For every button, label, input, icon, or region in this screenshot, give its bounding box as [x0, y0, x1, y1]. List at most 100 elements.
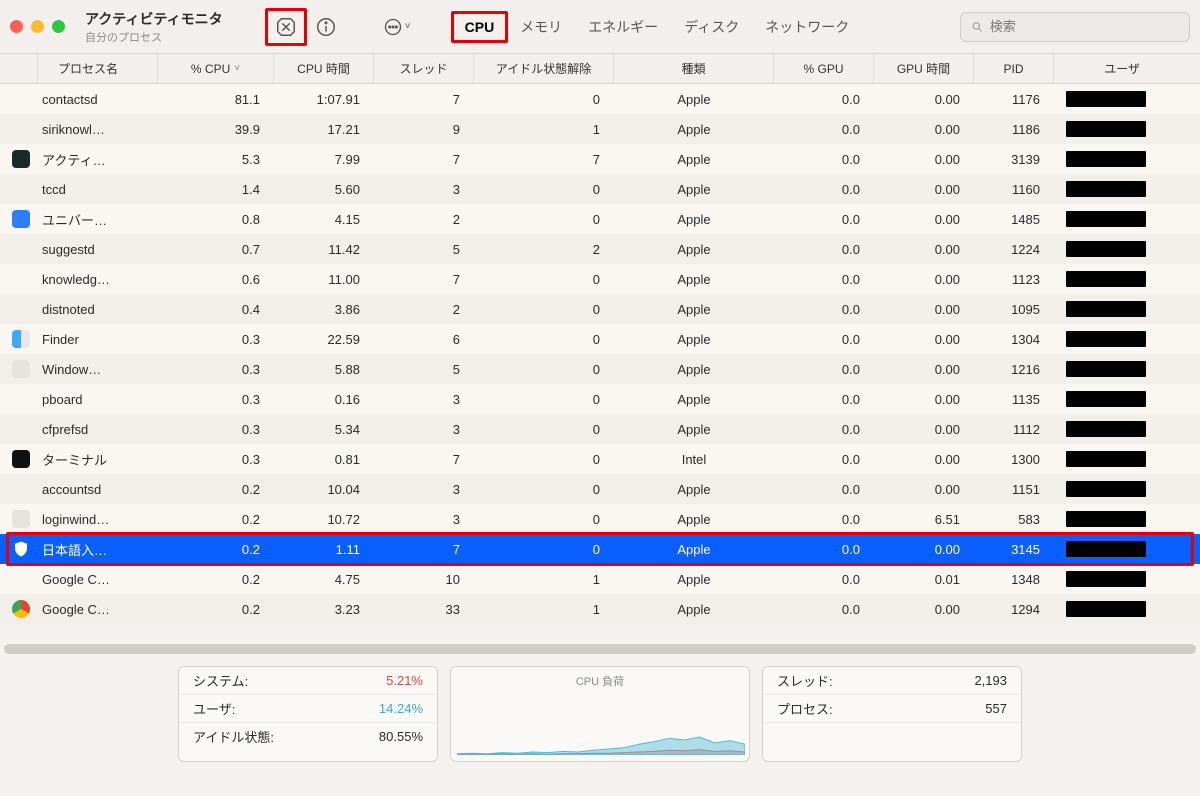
tab-network[interactable]: ネットワーク: [755, 13, 859, 41]
gpu-time: 0.00: [874, 594, 974, 624]
table-row[interactable]: 日本語入…0.21.1170Apple0.00.003145: [0, 534, 1200, 564]
tab-cpu[interactable]: CPU: [455, 15, 505, 39]
idle-value: 80.55%: [334, 723, 437, 751]
threads: 7: [374, 444, 474, 474]
table-row[interactable]: pboard0.30.1630Apple0.00.001135: [0, 384, 1200, 414]
zoom-window-button[interactable]: [52, 20, 65, 33]
gpu-percent: 0.0: [774, 444, 874, 474]
table-row[interactable]: knowledg…0.611.0070Apple0.00.001123: [0, 264, 1200, 294]
idle-wakeups: 1: [474, 594, 614, 624]
process-icon: [4, 324, 38, 354]
user: [1054, 324, 1190, 354]
col-cpu-percent[interactable]: % CPU ˅: [158, 54, 274, 83]
options-menu-button[interactable]: ˅: [375, 12, 419, 42]
col-user[interactable]: ユーザ: [1054, 54, 1190, 83]
cpu-percent: 5.3: [158, 144, 274, 174]
table-row[interactable]: アクティ…5.37.9977Apple0.00.003139: [0, 144, 1200, 174]
process-icon: [4, 564, 38, 594]
tab-disk[interactable]: ディスク: [674, 13, 749, 41]
col-gpu-percent[interactable]: % GPU: [774, 54, 874, 83]
col-kind[interactable]: 種類: [614, 54, 774, 83]
user: [1054, 264, 1190, 294]
window-subtitle: 自分のプロセス: [85, 29, 223, 45]
kind: Apple: [614, 114, 774, 144]
table-row[interactable]: Google C…0.24.75101Apple0.00.011348: [0, 564, 1200, 594]
table-row[interactable]: accountsd0.210.0430Apple0.00.001151: [0, 474, 1200, 504]
idle-wakeups: 1: [474, 114, 614, 144]
table-row[interactable]: suggestd0.711.4252Apple0.00.001224: [0, 234, 1200, 264]
table-row[interactable]: ユニバー…0.84.1520Apple0.00.001485: [0, 204, 1200, 234]
summary-right-panel: スレッド: 2,193 プロセス: 557: [762, 666, 1022, 762]
search-field[interactable]: [960, 12, 1190, 42]
table-row[interactable]: Window…0.35.8850Apple0.00.001216: [0, 354, 1200, 384]
cpu-percent: 0.2: [158, 564, 274, 594]
pid: 1216: [974, 354, 1054, 384]
pid: 1151: [974, 474, 1054, 504]
process-icon: [4, 294, 38, 324]
col-process-name[interactable]: プロセス名: [38, 54, 158, 83]
col-icon[interactable]: [4, 54, 38, 83]
tab-energy[interactable]: エネルギー: [578, 13, 668, 41]
cpu-percent: 0.6: [158, 264, 274, 294]
gpu-percent: 0.0: [774, 234, 874, 264]
pid: 1186: [974, 114, 1054, 144]
table-row[interactable]: Finder0.322.5960Apple0.00.001304: [0, 324, 1200, 354]
minimize-window-button[interactable]: [31, 20, 44, 33]
col-idle-wakeups[interactable]: アイドル状態解除: [474, 54, 614, 83]
kind: Apple: [614, 354, 774, 384]
cpu-percent: 0.3: [158, 324, 274, 354]
idle-wakeups: 0: [474, 474, 614, 504]
gpu-time: 6.51: [874, 504, 974, 534]
user: [1054, 174, 1190, 204]
user: [1054, 234, 1190, 264]
table-row[interactable]: Google C…0.23.23331Apple0.00.001294: [0, 594, 1200, 624]
pid: 1485: [974, 204, 1054, 234]
table-row[interactable]: tccd1.45.6030Apple0.00.001160: [0, 174, 1200, 204]
table-row[interactable]: loginwind…0.210.7230Apple0.06.51583: [0, 504, 1200, 534]
idle-wakeups: 0: [474, 504, 614, 534]
gpu-time: 0.00: [874, 84, 974, 114]
gpu-time: 0.01: [874, 564, 974, 594]
gpu-time: 0.00: [874, 444, 974, 474]
col-gpu-time[interactable]: GPU 時間: [874, 54, 974, 83]
cpu-percent: 0.3: [158, 414, 274, 444]
cpu-percent: 0.3: [158, 444, 274, 474]
process-name: ターミナル: [38, 444, 158, 474]
close-window-button[interactable]: [10, 20, 23, 33]
pid: 1135: [974, 384, 1054, 414]
table-row[interactable]: cfprefsd0.35.3430Apple0.00.001112: [0, 414, 1200, 444]
tab-cpu-label: CPU: [465, 19, 495, 35]
kind: Apple: [614, 414, 774, 444]
process-name: distnoted: [38, 294, 158, 324]
idle-wakeups: 0: [474, 324, 614, 354]
col-cpu-time[interactable]: CPU 時間: [274, 54, 374, 83]
cpu-percent: 0.3: [158, 384, 274, 414]
idle-wakeups: 0: [474, 204, 614, 234]
pid: 1160: [974, 174, 1054, 204]
col-threads[interactable]: スレッド: [374, 54, 474, 83]
stop-process-button[interactable]: [269, 12, 303, 42]
gpu-percent: 0.0: [774, 324, 874, 354]
threads: 3: [374, 504, 474, 534]
gpu-percent: 0.0: [774, 84, 874, 114]
table-row[interactable]: distnoted0.43.8620Apple0.00.001095: [0, 294, 1200, 324]
kind: Apple: [614, 504, 774, 534]
tab-memory[interactable]: メモリ: [510, 13, 572, 41]
cpu-percent: 81.1: [158, 84, 274, 114]
table-row[interactable]: siriknowl…39.917.2191Apple0.00.001186: [0, 114, 1200, 144]
gpu-percent: 0.0: [774, 594, 874, 624]
pid: 1304: [974, 324, 1054, 354]
kind: Apple: [614, 84, 774, 114]
horizontal-scrollbar[interactable]: [4, 644, 1196, 654]
idle-wakeups: 0: [474, 444, 614, 474]
info-button[interactable]: [309, 12, 343, 42]
pid: 1123: [974, 264, 1054, 294]
table-row[interactable]: contactsd81.11:07.9170Apple0.00.001176: [0, 84, 1200, 114]
search-input[interactable]: [990, 19, 1179, 34]
col-pid[interactable]: PID: [974, 54, 1054, 83]
process-icon: [4, 504, 38, 534]
kind: Apple: [614, 264, 774, 294]
process-icon: [4, 534, 38, 564]
user: [1054, 444, 1190, 474]
table-row[interactable]: ターミナル0.30.8170Intel0.00.001300: [0, 444, 1200, 474]
